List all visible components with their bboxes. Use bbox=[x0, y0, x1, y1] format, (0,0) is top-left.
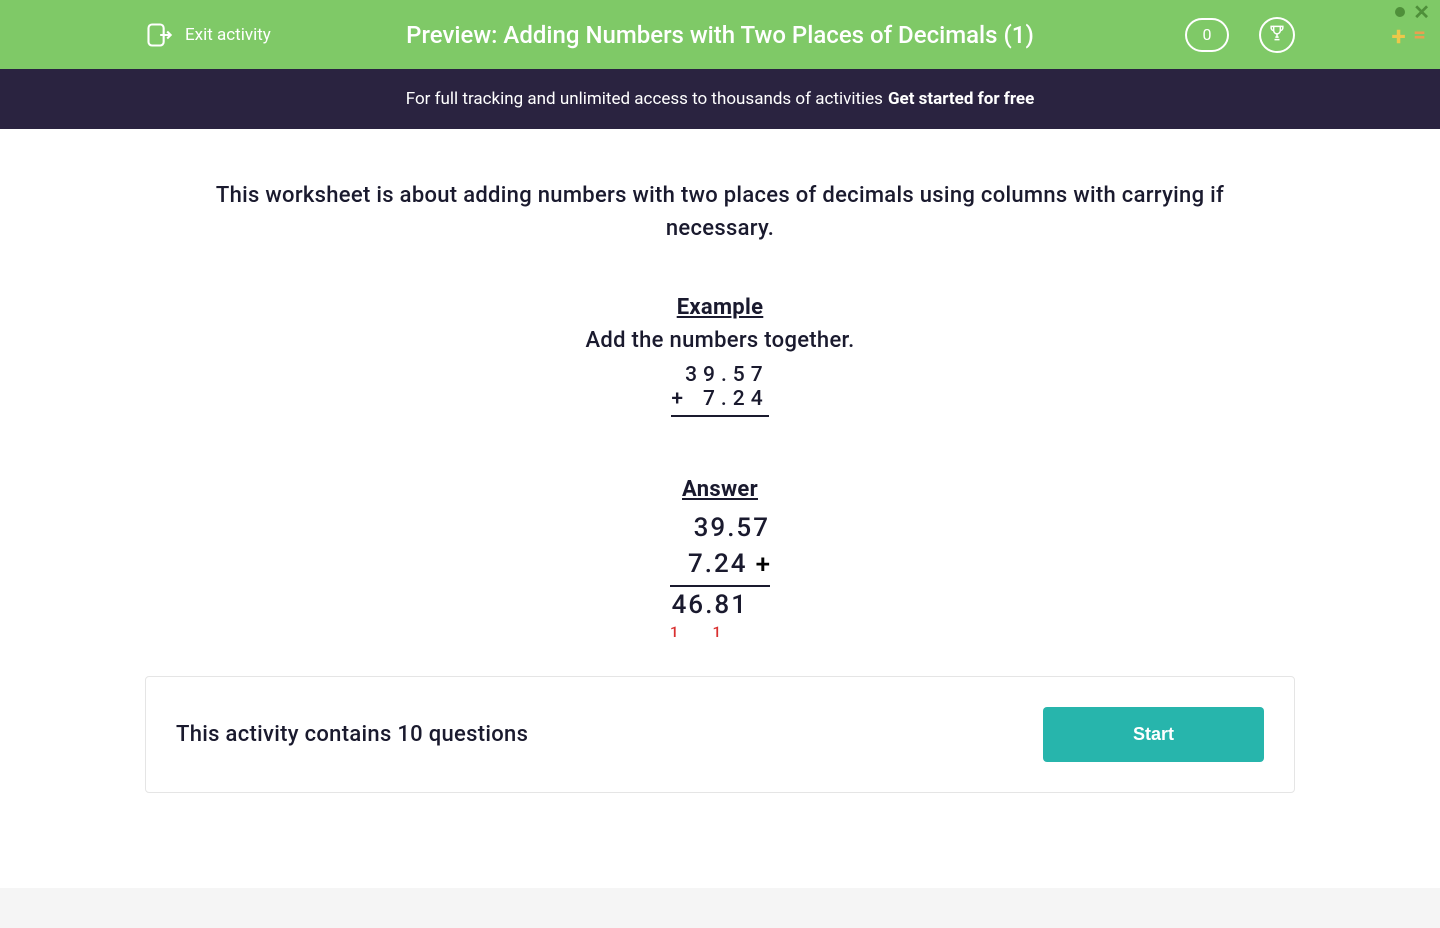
answer-result: 46.81 bbox=[670, 587, 770, 623]
answer-carry-2: 1 bbox=[713, 623, 722, 641]
example-problem: 39.57 + 7.24 bbox=[671, 363, 768, 417]
answer-num1: 39.57 bbox=[670, 510, 770, 546]
decorative-math-symbols: ✕ + = bbox=[1391, 0, 1430, 48]
answer-num2: 7.24 bbox=[670, 546, 748, 582]
header-bar: Exit activity Preview: Adding Numbers wi… bbox=[0, 0, 1440, 69]
activity-card: This activity contains 10 questions Star… bbox=[145, 676, 1295, 793]
answer-num2-row: 7.24 + bbox=[670, 546, 770, 586]
start-button[interactable]: Start bbox=[1043, 707, 1264, 762]
promo-banner: For full tracking and unlimited access t… bbox=[0, 69, 1440, 129]
example-heading: Example bbox=[145, 295, 1295, 320]
answer-working: 39.57 7.24 + 46.81 1 1 bbox=[670, 510, 770, 641]
answer-heading: Answer bbox=[145, 477, 1295, 502]
score-badge: 0 bbox=[1185, 18, 1229, 52]
example-num2-value: 7.24 bbox=[703, 387, 769, 411]
exit-activity-button[interactable]: Exit activity bbox=[145, 21, 271, 49]
activity-count-text: This activity contains 10 questions bbox=[176, 722, 528, 747]
example-num2-row: + 7.24 bbox=[671, 387, 768, 417]
deco-equals-icon: = bbox=[1413, 27, 1430, 48]
exit-icon bbox=[145, 21, 173, 49]
example-instruction: Add the numbers together. bbox=[145, 328, 1295, 353]
answer-carry-1: 1 bbox=[670, 623, 679, 641]
exit-activity-label: Exit activity bbox=[185, 25, 271, 45]
main-content: This worksheet is about adding numbers w… bbox=[0, 129, 1440, 833]
example-num1: 39.57 bbox=[671, 363, 768, 387]
page-title: Preview: Adding Numbers with Two Places … bbox=[406, 21, 1034, 49]
answer-operator: + bbox=[756, 550, 770, 580]
example-num1-value: 39.57 bbox=[685, 363, 769, 387]
deco-dot-icon bbox=[1395, 7, 1405, 17]
deco-multiply-icon: ✕ bbox=[1413, 2, 1430, 22]
trophy-icon bbox=[1267, 23, 1287, 47]
promo-link[interactable]: Get started for free bbox=[888, 89, 1034, 109]
answer-carry-row: 1 1 bbox=[670, 623, 770, 641]
deco-plus-icon: + bbox=[1391, 27, 1408, 48]
trophy-button[interactable] bbox=[1259, 17, 1295, 53]
example-operator: + bbox=[671, 387, 689, 411]
promo-text: For full tracking and unlimited access t… bbox=[406, 89, 883, 109]
header-right: 0 bbox=[1185, 17, 1295, 53]
footer-spacer bbox=[0, 888, 1440, 928]
intro-text: This worksheet is about adding numbers w… bbox=[190, 179, 1250, 245]
